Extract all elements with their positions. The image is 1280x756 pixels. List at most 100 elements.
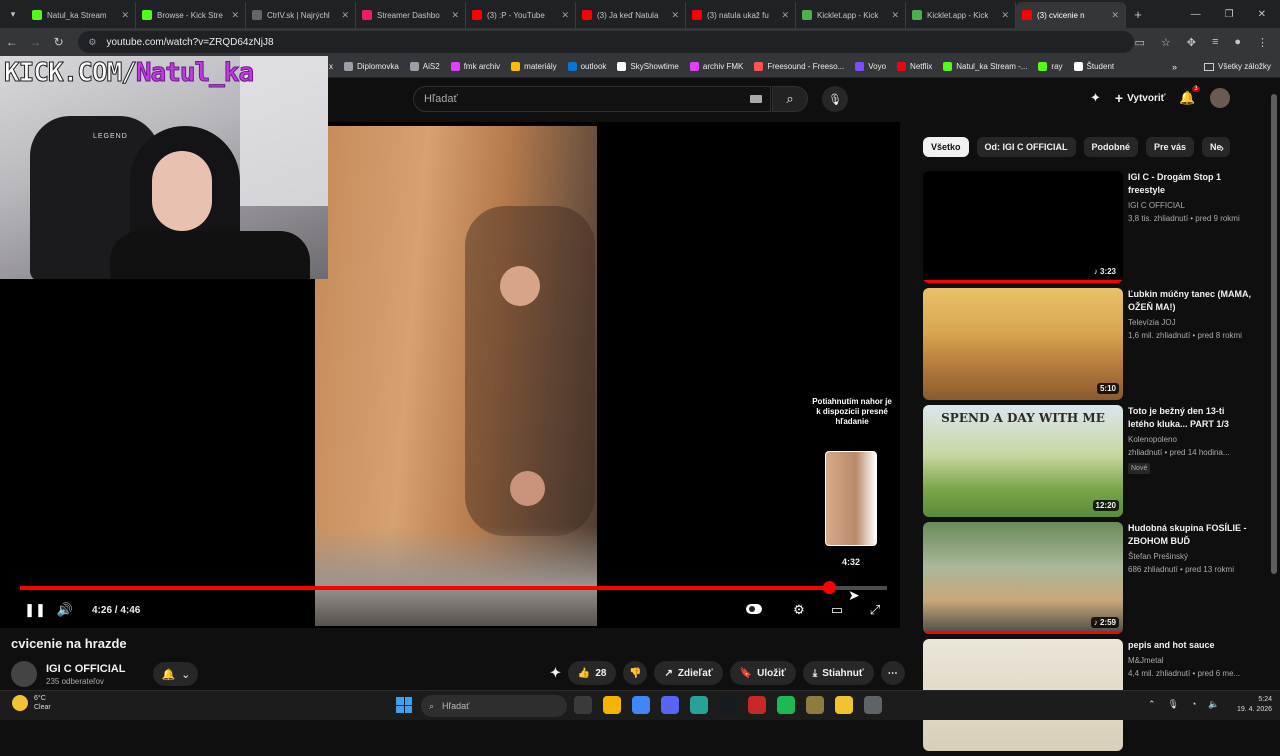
all-bookmarks-button[interactable]: Všetky záložky — [1204, 62, 1271, 71]
clock[interactable]: 5:24 19. 4. 2026 — [1226, 695, 1272, 715]
theater-button[interactable]: ▭ — [822, 602, 852, 618]
recommendation-title[interactable]: pepis and hot sauce — [1128, 639, 1253, 652]
taskbar-app-icon[interactable] — [603, 696, 621, 714]
chips-next-button[interactable]: › — [1220, 141, 1224, 155]
browser-tab[interactable]: Natul_ka Stream ✕ — [26, 2, 136, 28]
profile-icon[interactable]: ● — [1234, 36, 1241, 49]
url-field[interactable]: ⚙ youtube.com/watch?v=ZRQD64zNjJ8 — [78, 31, 1135, 53]
bookmark-item[interactable]: Freesound - Freeso... — [754, 62, 844, 71]
scrollbar-thumb[interactable] — [1271, 94, 1277, 574]
taskbar-app-icon[interactable] — [690, 696, 708, 714]
voice-search-button[interactable]: 🎙 — [822, 86, 848, 112]
close-icon[interactable]: ✕ — [1001, 10, 1009, 21]
bookmark-item[interactable]: fmk archiv — [450, 62, 500, 71]
pin-extension-icon[interactable]: ✦ — [550, 665, 561, 681]
close-icon[interactable]: ✕ — [781, 10, 789, 21]
bookmark-item[interactable]: Voyo — [855, 62, 886, 71]
taskbar-app-icon[interactable] — [661, 696, 679, 714]
close-icon[interactable]: ✕ — [451, 10, 459, 21]
forward-button[interactable]: → — [23, 35, 46, 49]
taskbar-app-icon[interactable] — [748, 696, 766, 714]
chevron-up-icon[interactable]: ⌃ — [1148, 699, 1156, 710]
recommendation-item[interactable]: ♪ 2:59 Hudobná skupina FOSÍLIE - ZBOHOM B… — [923, 522, 1253, 639]
pause-button[interactable]: ❚❚ — [20, 602, 50, 618]
youtube-search-input[interactable]: Hľadať — [413, 86, 771, 112]
menu-icon[interactable]: ⋮ — [1257, 36, 1268, 49]
wifi-icon[interactable]: ◔ — [1191, 699, 1196, 710]
recommendation-channel[interactable]: Televízia JOJ — [1128, 318, 1253, 327]
bookmark-item[interactable]: materiály — [511, 62, 557, 71]
taskbar-app-icon[interactable] — [835, 696, 853, 714]
like-button[interactable]: 👍 28 — [567, 661, 617, 685]
close-icon[interactable]: ✕ — [671, 10, 679, 21]
recommendation-channel[interactable]: Štefan Prešinský — [1128, 552, 1253, 561]
bookmark-item[interactable]: Študent — [1073, 62, 1114, 71]
share-button[interactable]: ↗ Zdieľať — [654, 661, 723, 685]
bookmark-item[interactable]: Natul_ka Stream -... — [943, 62, 1027, 71]
recommendation-thumbnail[interactable]: ♪ 2:59 — [923, 522, 1123, 634]
autoplay-toggle[interactable] — [746, 602, 776, 618]
bookmark-item[interactable]: SkyShowtime — [617, 62, 679, 71]
close-icon[interactable]: ✕ — [891, 10, 899, 21]
subscription-bell-button[interactable]: 🔔 ⌄ — [153, 662, 199, 686]
mic-icon[interactable]: 🎙 — [1168, 699, 1179, 710]
close-icon[interactable]: ✕ — [561, 10, 569, 21]
recommendation-thumbnail[interactable]: SPEND A DAY WITH ME 12:20 — [923, 405, 1123, 517]
close-icon[interactable]: ✕ — [1111, 10, 1119, 21]
browser-tab[interactable]: (3) natula ukaž fu ✕ — [686, 2, 796, 28]
fullscreen-button[interactable]: ⤢ — [860, 602, 890, 618]
recommendation-title[interactable]: Toto je bežný den 13-ti letého kluka... … — [1128, 405, 1253, 431]
reload-button[interactable]: ↻ — [47, 35, 70, 49]
bookmark-item[interactable]: archiv FMK — [689, 62, 743, 71]
recommendation-item[interactable]: ♪ 3:23 IGI C - Drogám Stop 1 freestyle IGI… — [923, 171, 1253, 288]
taskbar-search[interactable]: ⌕ Hľadať — [421, 695, 567, 717]
taskbar-app-icon[interactable] — [574, 696, 592, 714]
browser-tab[interactable]: Streamer Dashbo ✕ — [356, 2, 466, 28]
pin-extension-icon[interactable]: ✦ — [1090, 90, 1101, 106]
tab-search-menu[interactable]: ▾ — [0, 0, 26, 28]
download-button[interactable]: ⤓ Stiahnuť — [802, 661, 874, 685]
create-button[interactable]: + Vytvoriť — [1115, 90, 1166, 106]
browser-tab[interactable]: Kicklet.app - Kick ✕ — [796, 2, 906, 28]
browser-tab[interactable]: CtrlV.sk | Najrýchl ✕ — [246, 2, 356, 28]
bookmark-item[interactable]: outlook — [567, 62, 606, 71]
search-button[interactable]: ⌕ — [772, 86, 808, 112]
recommendation-thumbnail[interactable]: 5:10 — [923, 288, 1123, 400]
recommendation-title[interactable]: IGI C - Drogám Stop 1 freestyle — [1128, 171, 1253, 197]
channel-name[interactable]: IGI C OFFICIAL — [46, 663, 125, 675]
notifications-button[interactable]: 🔔 3 — [1179, 86, 1200, 106]
more-actions-button[interactable]: ⋯ — [880, 661, 905, 685]
settings-button[interactable]: ⚙ — [784, 602, 814, 618]
bookmarks-overflow-button[interactable]: » — [1172, 62, 1177, 72]
recommendation-title[interactable]: Hudobná skupina FOSÍLIE - ZBOHOM BUĎ — [1128, 522, 1253, 548]
bookmark-item[interactable]: Netflix — [897, 62, 932, 71]
new-tab-button[interactable]: + — [1126, 7, 1150, 22]
restore-button[interactable]: ❐ — [1225, 9, 1234, 20]
cast-icon[interactable]: ▭ — [1134, 36, 1144, 49]
close-icon[interactable]: ✕ — [341, 10, 349, 21]
browser-tab[interactable]: (3) :P - YouTube ✕ — [466, 2, 576, 28]
bookmark-item[interactable]: ray — [1038, 62, 1063, 71]
filter-chip[interactable]: Všetko — [923, 137, 969, 157]
site-info-icon[interactable]: ⚙ — [88, 37, 96, 48]
close-window-button[interactable]: ✕ — [1258, 9, 1266, 20]
progress-scrubber[interactable] — [822, 581, 836, 594]
minimize-button[interactable]: — — [1191, 9, 1201, 20]
filter-chip[interactable]: Podobné — [1083, 137, 1139, 157]
recommendation-channel[interactable]: M&Jmetal — [1128, 656, 1253, 665]
extensions-icon[interactable]: ✥ — [1187, 36, 1196, 49]
account-avatar[interactable] — [1209, 88, 1230, 108]
keyboard-icon[interactable] — [750, 95, 762, 103]
page-scrollbar[interactable] — [1268, 80, 1280, 688]
browser-tab[interactable]: Browse - Kick Stre ✕ — [136, 2, 246, 28]
browser-tab[interactable]: Kicklet.app - Kick ✕ — [906, 2, 1016, 28]
recommendation-thumbnail[interactable]: ♪ 3:23 — [923, 171, 1123, 283]
filter-chip[interactable]: Pre vás — [1146, 137, 1195, 157]
close-icon[interactable]: ✕ — [121, 10, 129, 21]
bookmark-item[interactable]: AiS2 — [409, 62, 440, 71]
taskbar-app-icon[interactable] — [719, 696, 737, 714]
progress-bar[interactable] — [20, 581, 887, 594]
browser-tab[interactable]: (3) Ja keď Natula ✕ — [576, 2, 686, 28]
bookmark-item[interactable]: Diplomovka — [344, 62, 399, 71]
channel-avatar[interactable] — [11, 661, 37, 687]
